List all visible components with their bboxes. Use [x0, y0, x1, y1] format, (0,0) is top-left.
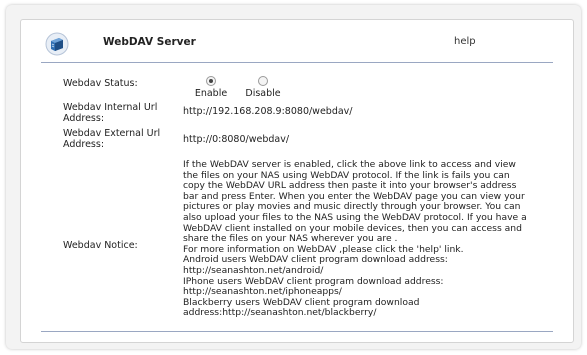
blackberry-download-link[interactable]: http://seanashton.net/blackberry/ [222, 307, 376, 319]
disable-radio[interactable]: Disable [243, 76, 283, 99]
android-download-link[interactable]: http://seanashton.net/android/ [183, 265, 559, 277]
blackberry-download-line: address:http://seanashton.net/blackberry… [183, 308, 559, 319]
panel-header: WebDAV Server help [21, 20, 573, 64]
enable-radio[interactable]: Enable [191, 76, 231, 99]
notice-line: If the WebDAV server is enabled, click t… [183, 159, 516, 170]
window-frame: WebDAV Server help Webdav Status: Enable… [6, 5, 581, 349]
notice-line: also upload your files to the NAS using … [183, 211, 527, 223]
status-label: Webdav Status: [63, 78, 138, 89]
page-title: WebDAV Server [103, 36, 196, 48]
internal-url-label: Webdav Internal Url Address: [63, 102, 173, 124]
external-url-label-line2: Address: [63, 139, 105, 150]
footer-divider [41, 331, 553, 332]
network-drive-icon [45, 32, 69, 56]
blackberry-address-prefix: address: [183, 307, 223, 319]
internal-url-value[interactable]: http://192.168.208.9:8080/webdav/ [183, 106, 353, 117]
external-url-value[interactable]: http://0:8080/webdav/ [183, 134, 289, 145]
internal-url-label-line2: Address: [63, 113, 105, 124]
notice-label: Webdav Notice: [63, 240, 138, 251]
external-url-label: Webdav External Url Address: [63, 128, 173, 150]
enable-radio-indicator[interactable] [206, 76, 216, 86]
help-link[interactable]: help [454, 36, 476, 47]
enable-radio-label: Enable [194, 88, 228, 99]
webdav-settings-panel: WebDAV Server help Webdav Status: Enable… [20, 19, 574, 343]
header-divider [41, 62, 553, 63]
disable-radio-label: Disable [245, 88, 281, 99]
disable-radio-indicator[interactable] [258, 76, 268, 86]
internal-url-label-line1: Webdav Internal Url [63, 102, 158, 113]
external-url-label-line1: Webdav External Url [63, 128, 161, 139]
notice-text: If the WebDAV server is enabled, click t… [183, 159, 559, 319]
